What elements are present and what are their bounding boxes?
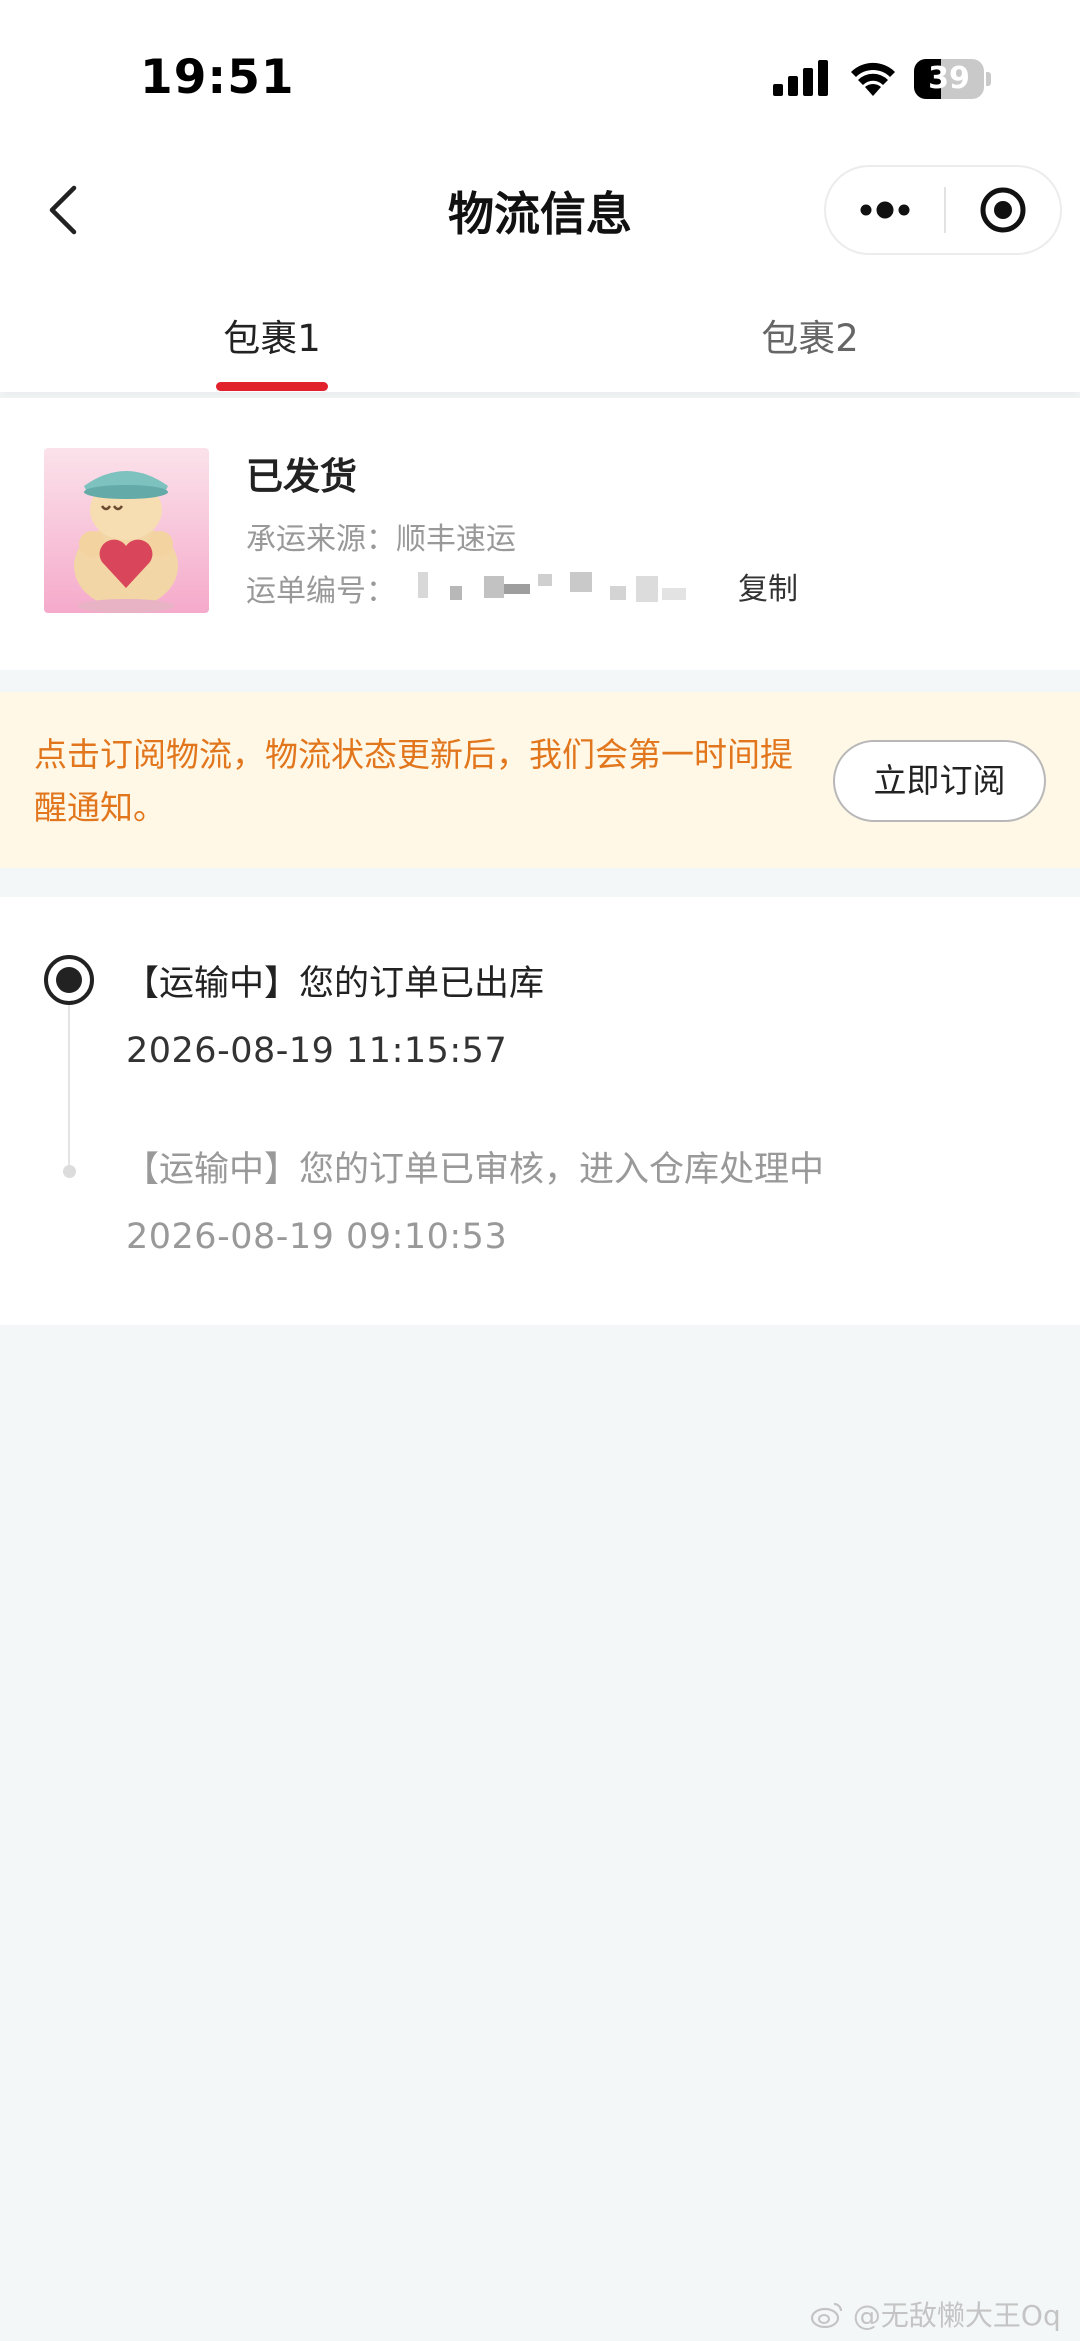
nav-bar: 物流信息 [0,150,1080,270]
tab-package-2[interactable]: 包裹2 [660,270,960,392]
timeline-node-icon [63,1165,76,1178]
subscribe-notice-text: 点击订阅物流，物流状态更新后，我们会第一时间提醒通知。 [34,735,793,827]
event-title: 【运输中】您的订单已审核，进入仓库处理中 [124,1150,825,1190]
tab-package-1[interactable]: 包裹1 [122,270,422,392]
weibo-icon [810,2302,843,2329]
target-circle-icon [980,187,1026,233]
battery-level-text: 39 [928,61,970,96]
waybill-label: 运单编号： [246,574,396,609]
timeline-line [68,1002,70,1172]
carrier-label: 承运来源： [246,522,396,557]
redacted-waybill-number [418,572,686,602]
package-card: 已发货 承运来源：顺丰速运 运单编号： 复制 [0,398,1080,670]
timeline-node-active-icon [44,955,94,1005]
status-time: 19:51 [140,50,295,105]
wifi-icon [851,62,895,96]
subscribe-banner: 点击订阅物流，物流状态更新后，我们会第一时间提醒通知。 立即订阅 [0,692,1080,868]
event-time: 2026-08-19 09:10:53 [126,1217,508,1257]
event-title: 【运输中】您的订单已出库 [124,964,545,1004]
subscribe-button[interactable]: 立即订阅 [833,740,1046,822]
product-thumbnail[interactable] [44,448,209,613]
shipment-status: 已发货 [246,455,357,498]
status-bar: 19:51 39 [0,0,1080,150]
more-dots-icon [860,201,910,219]
package-tabs: 包裹1 包裹2 [0,270,1080,392]
tab-label: 包裹2 [761,317,859,360]
battery-icon: 39 [914,59,992,99]
event-time: 2026-08-19 11:15:57 [126,1031,508,1071]
signal-icon [773,60,828,96]
tab-label: 包裹1 [223,317,321,360]
copy-button[interactable]: 复制 [738,564,798,608]
screen: 19:51 39 物流信息 包裹1 包裹2 已发货 承运来源：顺丰速运 运单编号… [0,0,1080,2341]
mini-program-capsule [824,165,1062,255]
watermark-text: @无敌懒大王Oq [852,2299,1061,2332]
close-miniprogram-button[interactable] [946,167,1060,253]
watermark: @无敌懒大王Oq [810,2294,1061,2334]
more-button[interactable] [826,167,944,253]
carrier-row: 承运来源：顺丰速运 [246,514,516,558]
tracking-timeline: 【运输中】您的订单已出库 2026-08-19 11:15:57 【运输中】您的… [0,897,1080,1325]
tab-active-indicator [216,382,328,391]
carrier-name: 顺丰速运 [396,522,516,557]
